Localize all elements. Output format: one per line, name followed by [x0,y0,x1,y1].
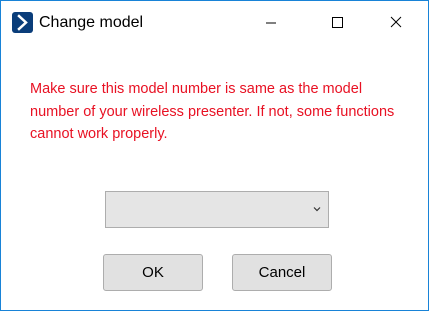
cancel-button[interactable]: Cancel [232,254,332,291]
change-model-window: Change model Make sure this model number… [0,0,429,311]
chevron-down-icon [313,207,321,212]
model-select[interactable] [105,191,329,228]
window-title: Change model [39,14,144,31]
close-icon [390,16,402,28]
close-button[interactable] [373,1,419,43]
maximize-icon [332,17,343,28]
ok-button[interactable]: OK [103,254,203,291]
title-bar: Change model [1,1,428,43]
minimize-icon [266,22,276,24]
minimize-button[interactable] [248,1,294,43]
app-icon [12,12,33,33]
maximize-button[interactable] [314,1,360,43]
warning-message: Make sure this model number is same as t… [30,81,395,142]
